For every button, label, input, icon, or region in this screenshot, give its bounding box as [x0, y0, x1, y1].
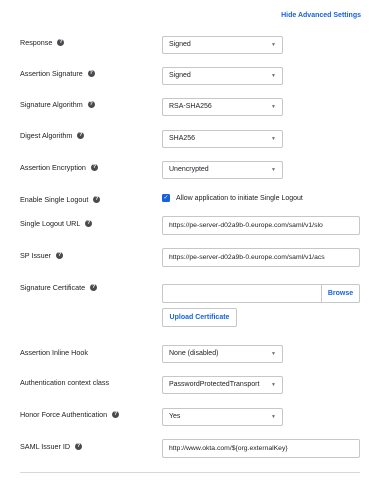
assertion-signature-select-value: Signed: [169, 72, 191, 79]
upload-certificate-button[interactable]: Upload Certificate: [162, 308, 237, 327]
saml-advanced-settings-form: Hide Advanced Settings Response ? Signed…: [0, 0, 377, 480]
assertion-inline-hook-label-row: Assertion Inline Hook: [20, 348, 88, 357]
assertion-encryption-select[interactable]: Unencrypted ▼: [162, 161, 283, 179]
help-question-icon[interactable]: ?: [112, 411, 120, 418]
chevron-down-icon: ▼: [271, 414, 276, 420]
help-question-icon[interactable]: ?: [77, 132, 85, 139]
chevron-down-icon: ▼: [271, 73, 276, 79]
honor-force-authentication-label-row: Honor Force Authentication ?: [20, 410, 120, 419]
assertion-encryption-select-value: Unencrypted: [169, 166, 209, 173]
saml-issuer-id-label-row: SAML Issuer ID ?: [20, 442, 83, 451]
help-question-icon[interactable]: ?: [75, 443, 83, 450]
sp-issuer-input[interactable]: https://pe-server-d02a9b-0.europe.com/sa…: [162, 248, 360, 267]
response-label-row: Response ?: [20, 38, 65, 47]
assertion-inline-hook-select-value: None (disabled): [169, 350, 219, 357]
response-select-value: Signed: [169, 41, 191, 48]
help-question-icon[interactable]: ?: [57, 39, 65, 46]
assertion-inline-hook-label: Assertion Inline Hook: [20, 348, 88, 357]
signature-certificate-label-row: Signature Certificate ?: [20, 283, 98, 292]
digest-algorithm-select-value: SHA256: [169, 135, 196, 142]
authentication-context-class-label-row: Authentication context class: [20, 378, 109, 387]
hide-advanced-settings-link[interactable]: Hide Advanced Settings: [281, 12, 361, 19]
digest-algorithm-label: Digest Algorithm: [20, 131, 73, 140]
assertion-inline-hook-select[interactable]: None (disabled) ▼: [162, 345, 283, 363]
help-question-icon[interactable]: ?: [56, 252, 64, 259]
digest-algorithm-label-row: Digest Algorithm ?: [20, 131, 85, 140]
enable-single-logout-label-row: Enable Single Logout ?: [20, 195, 101, 204]
saml-issuer-id-label: SAML Issuer ID: [20, 442, 71, 451]
honor-force-authentication-label: Honor Force Authentication: [20, 410, 108, 419]
assertion-signature-select[interactable]: Signed ▼: [162, 67, 283, 85]
chevron-down-icon: ▼: [271, 104, 276, 110]
checkmark-icon[interactable]: ✓: [162, 194, 170, 202]
help-question-icon[interactable]: ?: [85, 220, 93, 227]
signature-algorithm-label: Signature Algorithm: [20, 100, 83, 109]
authentication-context-class-select[interactable]: PasswordProtectedTransport ▼: [162, 376, 283, 394]
help-question-icon[interactable]: ?: [90, 164, 98, 171]
help-question-icon[interactable]: ?: [87, 70, 95, 77]
chevron-down-icon: ▼: [271, 167, 276, 173]
single-logout-checkbox-row[interactable]: ✓ Allow application to initiate Single L…: [162, 194, 303, 202]
assertion-signature-label: Assertion Signature: [20, 69, 83, 78]
help-question-icon[interactable]: ?: [93, 196, 101, 203]
signature-algorithm-select[interactable]: RSA-SHA256 ▼: [162, 98, 283, 116]
honor-force-authentication-select-value: Yes: [169, 413, 181, 420]
saml-issuer-id-input[interactable]: http://www.okta.com/${org.externalKey}: [162, 439, 360, 458]
authentication-context-class-select-value: PasswordProtectedTransport: [169, 381, 260, 388]
browse-button[interactable]: Browse: [321, 284, 360, 303]
signature-algorithm-label-row: Signature Algorithm ?: [20, 100, 95, 109]
help-question-icon[interactable]: ?: [87, 101, 95, 108]
help-question-icon[interactable]: ?: [90, 284, 98, 291]
sp-issuer-label: SP Issuer: [20, 251, 52, 260]
signature-algorithm-select-value: RSA-SHA256: [169, 103, 212, 110]
enable-single-logout-label: Enable Single Logout: [20, 195, 89, 204]
chevron-down-icon: ▼: [271, 136, 276, 142]
assertion-signature-label-row: Assertion Signature ?: [20, 69, 95, 78]
chevron-down-icon: ▼: [271, 351, 276, 357]
single-logout-url-label-row: Single Logout URL ?: [20, 219, 93, 228]
authentication-context-class-label: Authentication context class: [20, 378, 110, 387]
sp-issuer-label-row: SP Issuer ?: [20, 251, 64, 260]
signature-certificate-file-input[interactable]: [162, 284, 321, 303]
response-label: Response: [20, 38, 53, 47]
chevron-down-icon: ▼: [271, 42, 276, 48]
assertion-encryption-label-row: Assertion Encryption ?: [20, 163, 98, 172]
response-select[interactable]: Signed ▼: [162, 36, 283, 54]
assertion-encryption-label: Assertion Encryption: [20, 163, 86, 172]
single-logout-url-input[interactable]: https://pe-server-d02a9b-0.europe.com/sa…: [162, 216, 360, 235]
single-logout-url-label: Single Logout URL: [20, 219, 81, 228]
chevron-down-icon: ▼: [271, 382, 276, 388]
honor-force-authentication-select[interactable]: Yes ▼: [162, 408, 283, 426]
digest-algorithm-select[interactable]: SHA256 ▼: [162, 130, 283, 148]
section-divider: [20, 472, 360, 473]
single-logout-checkbox-label[interactable]: Allow application to initiate Single Log…: [176, 195, 303, 202]
signature-certificate-label: Signature Certificate: [20, 283, 86, 292]
